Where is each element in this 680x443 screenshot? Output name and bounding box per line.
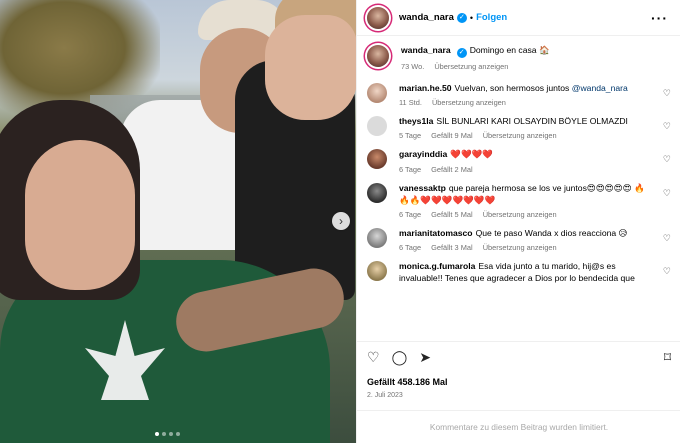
likes-count[interactable]: Gefällt 458.186 Mal <box>367 377 448 387</box>
heart-icon[interactable]: ♡ <box>663 88 671 99</box>
caption-time[interactable]: 73 Wo. <box>401 62 424 71</box>
comment-username[interactable]: marian.he.50 <box>399 83 452 93</box>
comment-text: Que te paso Wanda x dios reacciona 😥 <box>475 228 628 239</box>
comment-username[interactable]: vanessaktp <box>399 183 446 193</box>
carousel-dot <box>176 432 180 436</box>
comment-text: ❤️❤️❤️❤️ <box>450 149 494 160</box>
follow-button[interactable]: Folgen <box>476 12 507 23</box>
heart-icon[interactable]: ♡ <box>663 121 671 132</box>
post-header: wanda_nara ✓ • Folgen ··· <box>357 0 680 36</box>
commenter-avatar[interactable] <box>367 261 387 282</box>
comment-time[interactable]: 5 Tage <box>399 131 421 140</box>
comment-text: SİL BUNLARI KARI OLSAYDIN BÖYLE OLMAZDI <box>436 116 628 127</box>
commenter-avatar[interactable] <box>367 83 387 103</box>
verified-badge-icon: ✓ <box>456 12 467 23</box>
comment-username[interactable]: marianitatomasco <box>399 228 473 238</box>
comment-time[interactable]: 6 Tage <box>399 210 421 219</box>
commenter-avatar[interactable] <box>367 149 387 170</box>
post-photo[interactable]: › <box>0 0 356 443</box>
comment-username[interactable]: theys1la <box>399 116 433 126</box>
comment-likes[interactable]: Gefällt 9 Mal <box>431 131 473 140</box>
comment-item: monica.g.fumarola Esa vida junto a tu mar… <box>367 260 671 284</box>
post-actions-bar: ♡ ◯ ➤ ⌑ <box>357 341 680 373</box>
comment-time[interactable]: 11 Std. <box>399 98 422 107</box>
heart-icon[interactable]: ♡ <box>663 233 671 244</box>
next-photo-button[interactable]: › <box>332 212 350 230</box>
author-avatar[interactable] <box>367 45 389 67</box>
comment-likes[interactable]: Gefällt 3 Mal <box>431 243 473 252</box>
carousel-dot <box>155 432 159 436</box>
heart-icon[interactable]: ♡ <box>663 266 671 277</box>
comment-item: garayinddia ❤️❤️❤️❤️ 6 Tage Gefällt 2 Mal… <box>367 148 671 174</box>
comments-list[interactable]: wanda_nara ✓ Domingo en casa 🏠 73 Wo. Über… <box>357 37 680 341</box>
post-date[interactable]: 2. Juli 2023 <box>367 392 403 399</box>
translate-link[interactable]: Übersetzung anzeigen <box>434 62 508 71</box>
carousel-dot <box>169 432 173 436</box>
comment-time[interactable]: 6 Tage <box>399 165 421 174</box>
comment-time[interactable]: 6 Tage <box>399 243 421 252</box>
comment-username[interactable]: garayinddia <box>399 149 447 159</box>
translate-link[interactable]: Übersetzung anzeigen <box>483 131 557 140</box>
comment-mention[interactable]: @wanda_nara <box>572 83 628 93</box>
caption-text: Domingo en casa 🏠 <box>469 45 550 55</box>
caption-username[interactable]: wanda_nara <box>401 45 451 55</box>
translate-link[interactable]: Übersetzung anzeigen <box>483 210 557 219</box>
comment-username[interactable]: monica.g.fumarola <box>399 261 475 271</box>
carousel-dots <box>155 432 180 436</box>
post-side-panel: wanda_nara ✓ • Folgen ··· wanda_nara ✓ Dom… <box>356 0 680 443</box>
comment-text: Vuelvan, son hermosos juntos <box>454 83 570 93</box>
carousel-dot <box>162 432 166 436</box>
author-username[interactable]: wanda_nara <box>399 12 454 23</box>
commenter-avatar[interactable] <box>367 228 387 249</box>
bookmark-icon[interactable]: ⌑ <box>664 349 671 366</box>
comment-likes[interactable]: Gefällt 5 Mal <box>431 210 473 219</box>
commenter-avatar[interactable] <box>367 182 387 203</box>
heart-icon[interactable]: ♡ <box>367 349 380 366</box>
translate-link[interactable]: Übersetzung anzeigen <box>432 98 506 107</box>
heart-icon[interactable]: ♡ <box>663 154 671 165</box>
comment-item: marianitatomasco Que te paso Wanda x dios… <box>367 227 671 252</box>
translate-link[interactable]: Übersetzung anzeigen <box>483 243 557 252</box>
comment-item: marian.he.50 Vuelvan, son hermosos juntos… <box>367 82 671 107</box>
comment-item: theys1la SİL BUNLARI KARI OLSAYDIN BÖYLE … <box>367 115 671 140</box>
commenter-avatar[interactable] <box>367 116 387 137</box>
comment-icon[interactable]: ◯ <box>392 349 408 366</box>
post-caption: wanda_nara ✓ Domingo en casa 🏠 73 Wo. Über… <box>367 44 671 71</box>
separator-dot: • <box>469 12 474 23</box>
verified-badge-icon: ✓ <box>456 48 467 58</box>
comments-limited-notice: Kommentare zu diesem Beitrag wurden limi… <box>357 410 680 443</box>
share-icon[interactable]: ➤ <box>419 349 431 366</box>
author-avatar[interactable] <box>367 6 389 29</box>
photo-child-head <box>265 15 356 120</box>
comment-item: vanessaktp que pareja hermosa se los ve j… <box>367 182 671 219</box>
heart-icon[interactable]: ♡ <box>663 188 671 199</box>
comment-likes[interactable]: Gefällt 2 Mal <box>431 165 473 174</box>
more-options-icon[interactable]: ··· <box>651 10 668 26</box>
photo-woman-face <box>25 140 135 290</box>
